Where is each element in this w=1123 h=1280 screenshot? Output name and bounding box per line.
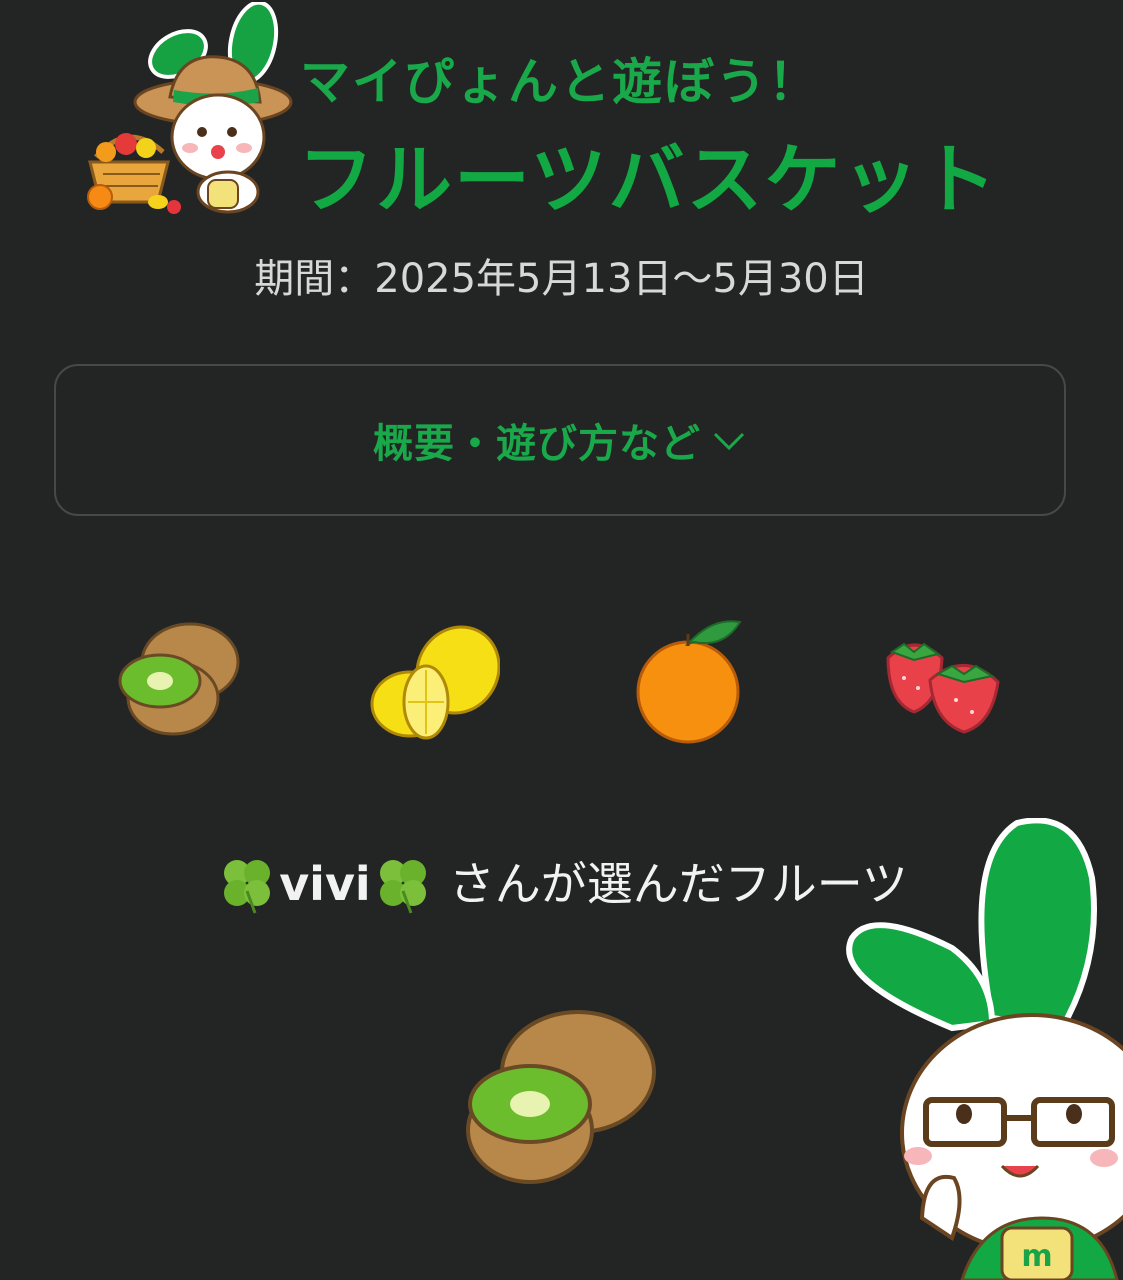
svg-text:m: m [1021,1239,1052,1274]
orange-icon[interactable] [636,620,742,744]
mascot-bunny-glasses-icon: m [846,818,1123,1280]
page-title: フルーツバスケット [298,135,999,224]
four-leaf-clover-icon [379,859,426,914]
kiwi-icon[interactable] [118,618,243,738]
user-name: vivi [279,857,371,911]
selected-kiwi-icon [466,1010,656,1184]
strawberry-icon[interactable] [886,642,1000,734]
event-period: 期間：2025年5月13日〜5月30日 [254,256,869,302]
four-leaf-clover-icon [224,859,271,914]
overview-toggle-button[interactable]: 概要・遊び方など [54,364,1066,516]
overview-toggle-label: 概要・遊び方など [373,421,701,467]
mascot-with-fruit-basket-icon [87,2,293,214]
fruit-basket-page: マイぴょんと遊ぼう！ フルーツバスケット 期間：2025年5月13日〜5月30日… [0,0,1123,1280]
page-subtitle: マイぴょんと遊ぼう！ [300,53,820,111]
chevron-down-icon [713,432,745,451]
result-suffix: さんが選んだフルーツ [448,857,908,911]
lemon-icon[interactable] [370,618,500,740]
